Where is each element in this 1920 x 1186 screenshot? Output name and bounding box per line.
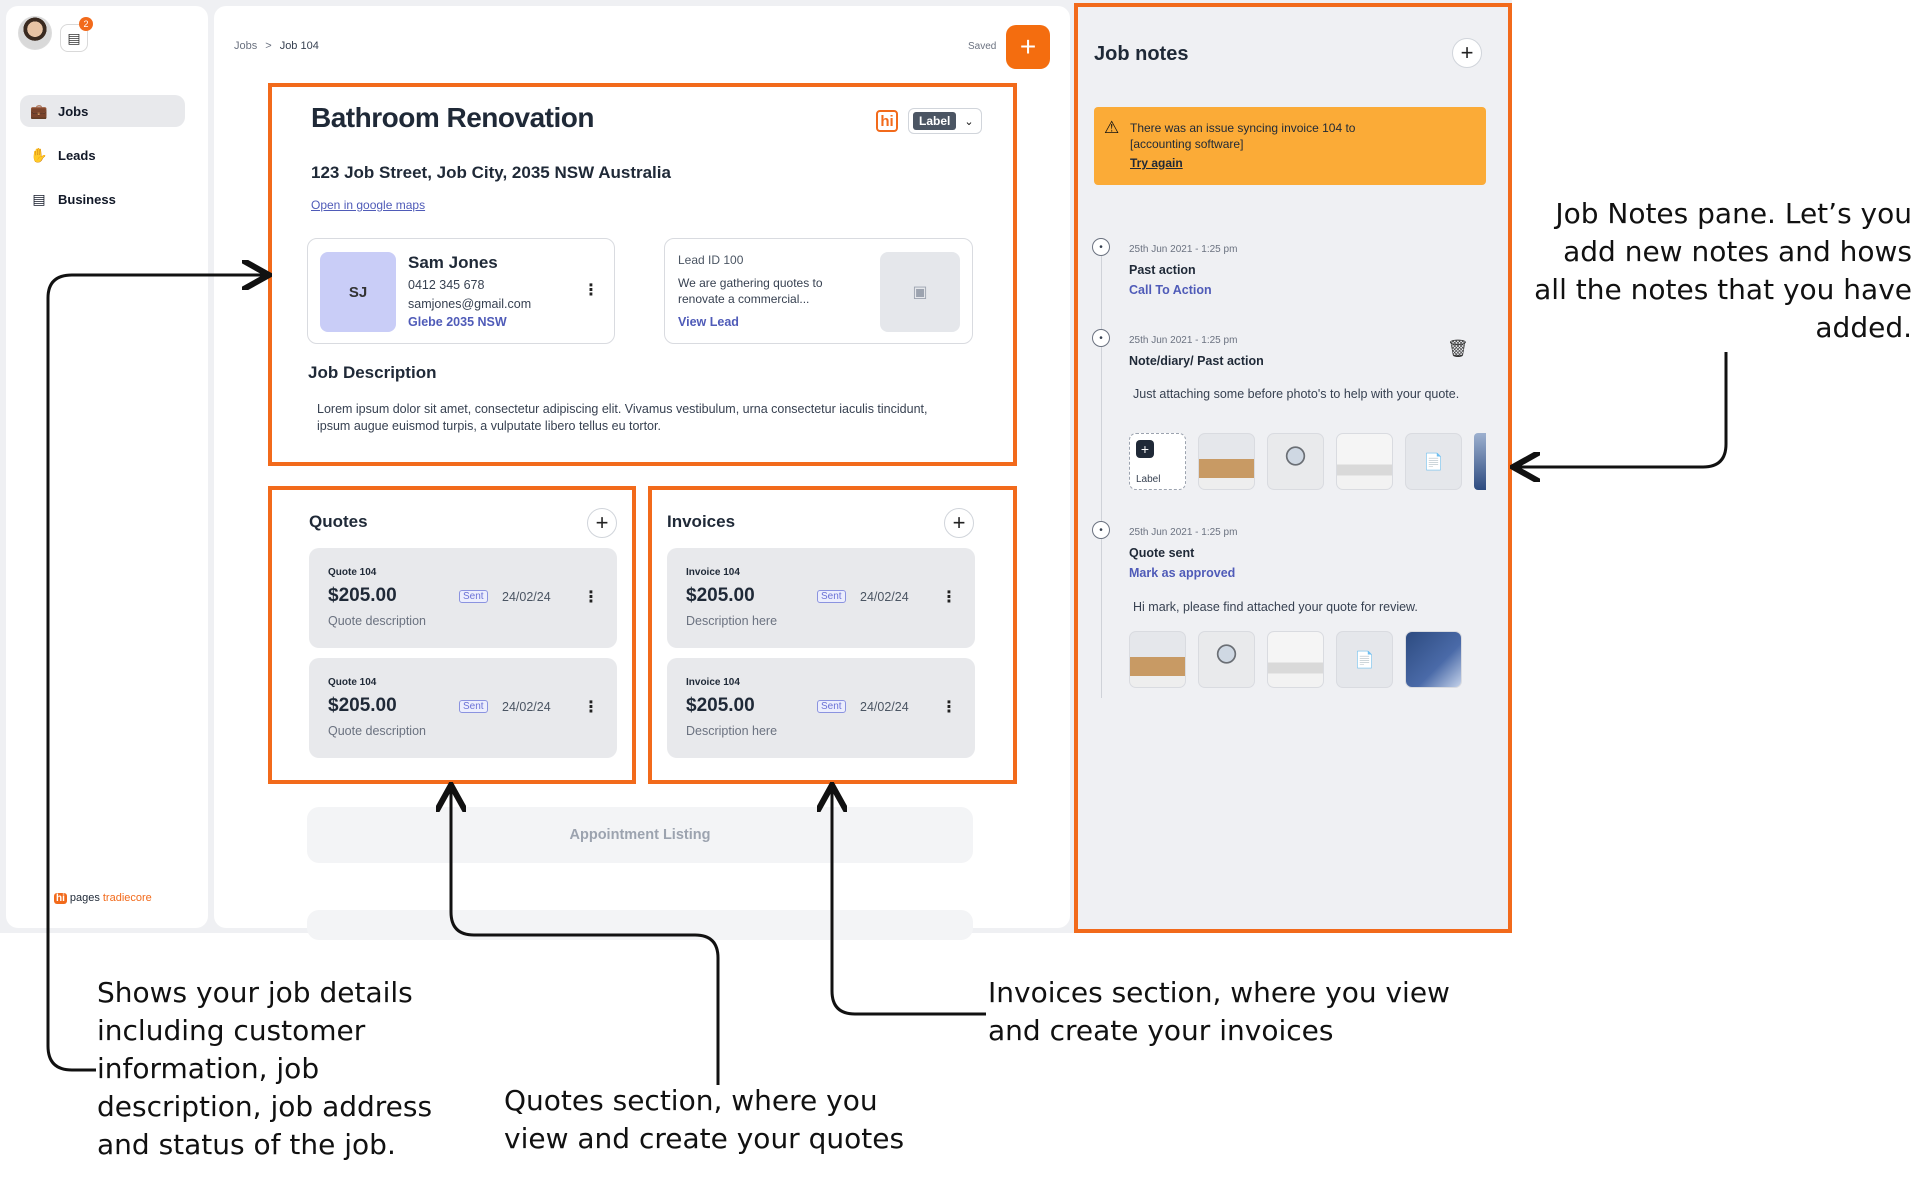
- annotation-invoices: Invoices section, where you view and cre…: [988, 976, 1450, 1048]
- annotation-details: Shows your job details including custome…: [97, 976, 433, 1162]
- annotation-notes: Job Notes pane. Let’s you add new notes …: [1534, 197, 1912, 345]
- annotation-quotes: Quotes section, where you view and creat…: [504, 1084, 905, 1156]
